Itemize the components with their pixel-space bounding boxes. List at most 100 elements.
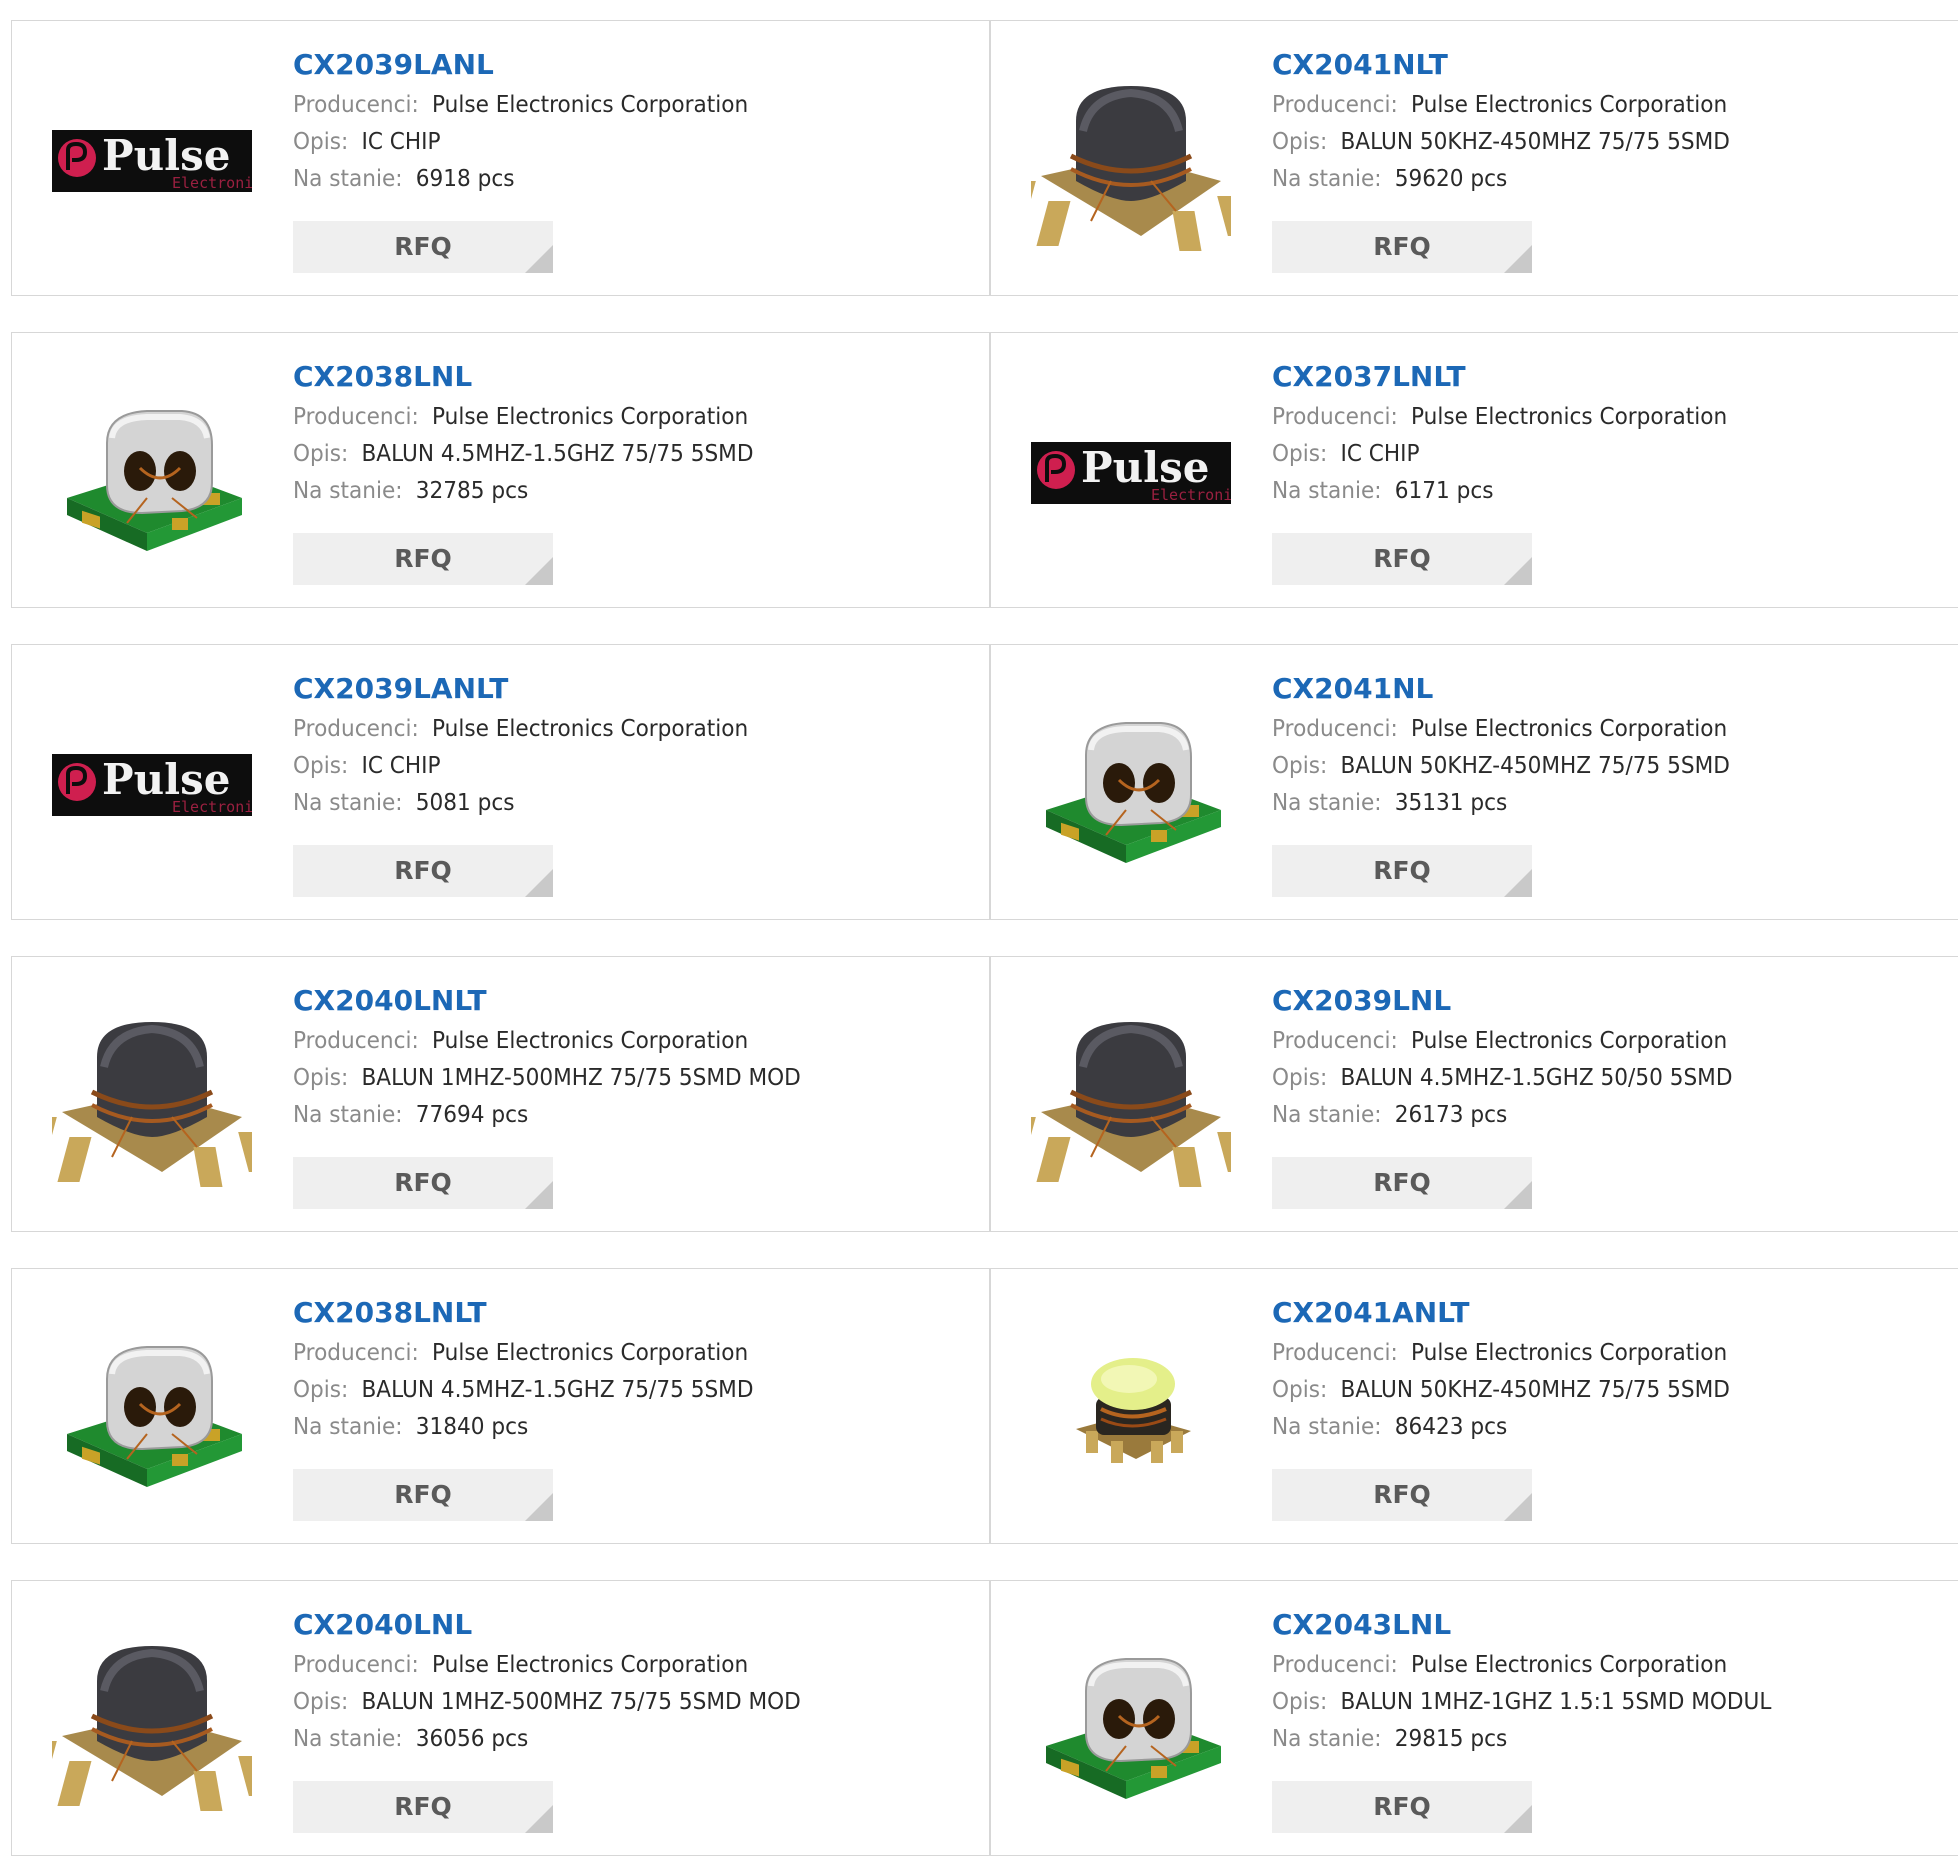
manufacturer-value: Pulse Electronics Corporation <box>431 92 749 118</box>
stock-value: 36056 pcs <box>415 1726 529 1752</box>
rfq-button[interactable]: RFQ <box>293 1781 553 1833</box>
product-image[interactable] <box>52 1309 252 1509</box>
corner-triangle-icon <box>525 245 553 273</box>
manufacturer-row: Producenci: Pulse Electronics Corporation <box>293 87 938 124</box>
stock-row: Na stanie: 29815 pcs <box>1272 1721 1917 1758</box>
stock-row: Na stanie: 5081 pcs <box>293 785 938 822</box>
part-number-link[interactable]: CX2038LNL <box>293 359 979 395</box>
manufacturer-value: Pulse Electronics Corporation <box>431 1652 749 1678</box>
product-image[interactable] <box>52 997 252 1197</box>
corner-triangle-icon <box>1504 1805 1532 1833</box>
product-info: CX2040LNL Producenci: Pulse Electronics C… <box>293 1607 979 1758</box>
stock-label: Na stanie: <box>293 1102 403 1128</box>
rfq-label: RFQ <box>394 544 452 573</box>
rfq-label: RFQ <box>1373 856 1431 885</box>
product-image[interactable] <box>1031 61 1231 261</box>
stock-row: Na stanie: 31840 pcs <box>293 1409 938 1446</box>
description-value: IC CHIP <box>361 129 441 155</box>
part-number-link[interactable]: CX2043LNL <box>1272 1607 1958 1643</box>
description-value: BALUN 50KHZ-450MHZ 75/75 5SMD <box>1340 753 1730 779</box>
product-image[interactable] <box>52 373 252 573</box>
product-info: CX2038LNLT Producenci: Pulse Electronics … <box>293 1295 979 1446</box>
stock-label: Na stanie: <box>1272 166 1382 192</box>
description-row: Opis: BALUN 4.5MHZ-1.5GHZ 50/50 5SMD <box>1272 1060 1917 1097</box>
part-number-link[interactable]: CX2037LNLT <box>1272 359 1958 395</box>
rfq-button[interactable]: RFQ <box>293 1157 553 1209</box>
part-number-link[interactable]: CX2041NLT <box>1272 47 1958 83</box>
rfq-button[interactable]: RFQ <box>1272 1781 1532 1833</box>
gray-binocular-balun-icon <box>67 410 242 551</box>
stock-value: 26173 pcs <box>1394 1102 1508 1128</box>
description-label: Opis: <box>1272 1377 1328 1403</box>
manufacturer-row: Producenci: Pulse Electronics Corporation <box>1272 87 1917 124</box>
rfq-button[interactable]: RFQ <box>293 221 553 273</box>
manufacturer-label: Producenci: <box>1272 1028 1398 1054</box>
dark-ferrite-balun-icon <box>52 1022 252 1187</box>
description-row: Opis: BALUN 50KHZ-450MHZ 75/75 5SMD <box>1272 124 1917 161</box>
part-number-link[interactable]: CX2040LNL <box>293 1607 979 1643</box>
part-number-link[interactable]: CX2039LNL <box>1272 983 1958 1019</box>
stock-label: Na stanie: <box>1272 1102 1382 1128</box>
product-info: CX2037LNLT Producenci: Pulse Electronics … <box>1272 359 1958 510</box>
corner-triangle-icon <box>1504 1181 1532 1209</box>
product-image[interactable] <box>1031 1309 1231 1509</box>
part-number-link[interactable]: CX2041ANLT <box>1272 1295 1958 1331</box>
stock-value: 31840 pcs <box>415 1414 529 1440</box>
manufacturer-row: Producenci: Pulse Electronics Corporation <box>1272 399 1917 436</box>
corner-triangle-icon <box>525 869 553 897</box>
manufacturer-value: Pulse Electronics Corporation <box>1410 1028 1728 1054</box>
product-image[interactable]: PulseElectronics <box>52 61 252 261</box>
stock-value: 77694 pcs <box>415 1102 529 1128</box>
stock-label: Na stanie: <box>293 1414 403 1440</box>
rfq-button[interactable]: RFQ <box>293 533 553 585</box>
description-label: Opis: <box>1272 129 1328 155</box>
manufacturer-label: Producenci: <box>1272 716 1398 742</box>
description-row: Opis: BALUN 4.5MHZ-1.5GHZ 75/75 5SMD <box>293 436 938 473</box>
manufacturer-label: Producenci: <box>293 1652 419 1678</box>
part-number-link[interactable]: CX2039LANL <box>293 47 979 83</box>
rfq-button[interactable]: RFQ <box>1272 1469 1532 1521</box>
description-value: BALUN 4.5MHZ-1.5GHZ 75/75 5SMD <box>361 441 754 467</box>
corner-triangle-icon <box>525 1181 553 1209</box>
manufacturer-label: Producenci: <box>1272 92 1398 118</box>
logo-sub-text: Electronics <box>172 798 252 816</box>
rfq-button[interactable]: RFQ <box>1272 221 1532 273</box>
stock-label: Na stanie: <box>1272 478 1382 504</box>
product-card: CX2040LNLT Producenci: Pulse Electronics … <box>11 956 990 1232</box>
stock-row: Na stanie: 26173 pcs <box>1272 1097 1917 1134</box>
rfq-label: RFQ <box>1373 544 1431 573</box>
product-image[interactable]: PulseElectronics <box>52 685 252 885</box>
gray-binocular-balun-icon <box>1046 722 1221 863</box>
stock-value: 86423 pcs <box>1394 1414 1508 1440</box>
product-image[interactable]: PulseElectronics <box>1031 373 1231 573</box>
product-image[interactable] <box>1031 1621 1231 1821</box>
rfq-button[interactable]: RFQ <box>293 1469 553 1521</box>
product-card: CX2039LNL Producenci: Pulse Electronics C… <box>990 956 1958 1232</box>
rfq-label: RFQ <box>394 1168 452 1197</box>
rfq-button[interactable]: RFQ <box>293 845 553 897</box>
rfq-label: RFQ <box>394 856 452 885</box>
stock-row: Na stanie: 32785 pcs <box>293 473 938 510</box>
product-info: CX2041NL Producenci: Pulse Electronics Co… <box>1272 671 1958 822</box>
part-number-link[interactable]: CX2038LNLT <box>293 1295 979 1331</box>
pulse-logo-icon: PulseElectronics <box>52 130 252 192</box>
rfq-button[interactable]: RFQ <box>1272 533 1532 585</box>
rfq-button[interactable]: RFQ <box>1272 845 1532 897</box>
manufacturer-value: Pulse Electronics Corporation <box>1410 92 1728 118</box>
product-card: CX2043LNL Producenci: Pulse Electronics C… <box>990 1580 1958 1856</box>
product-image[interactable] <box>1031 685 1231 885</box>
rfq-label: RFQ <box>394 1792 452 1821</box>
description-value: BALUN 1MHZ-500MHZ 75/75 5SMD MOD <box>361 1065 801 1091</box>
gray-binocular-balun-icon <box>1046 1658 1221 1799</box>
part-number-link[interactable]: CX2040LNLT <box>293 983 979 1019</box>
product-info: CX2039LANLT Producenci: Pulse Electronics… <box>293 671 979 822</box>
product-image[interactable] <box>1031 997 1231 1197</box>
manufacturer-value: Pulse Electronics Corporation <box>431 1028 749 1054</box>
part-number-link[interactable]: CX2041NL <box>1272 671 1958 707</box>
rfq-button[interactable]: RFQ <box>1272 1157 1532 1209</box>
product-image[interactable] <box>52 1621 252 1821</box>
product-info: CX2041ANLT Producenci: Pulse Electronics … <box>1272 1295 1958 1446</box>
part-number-link[interactable]: CX2039LANLT <box>293 671 979 707</box>
corner-triangle-icon <box>525 557 553 585</box>
stock-value: 6171 pcs <box>1394 478 1494 504</box>
